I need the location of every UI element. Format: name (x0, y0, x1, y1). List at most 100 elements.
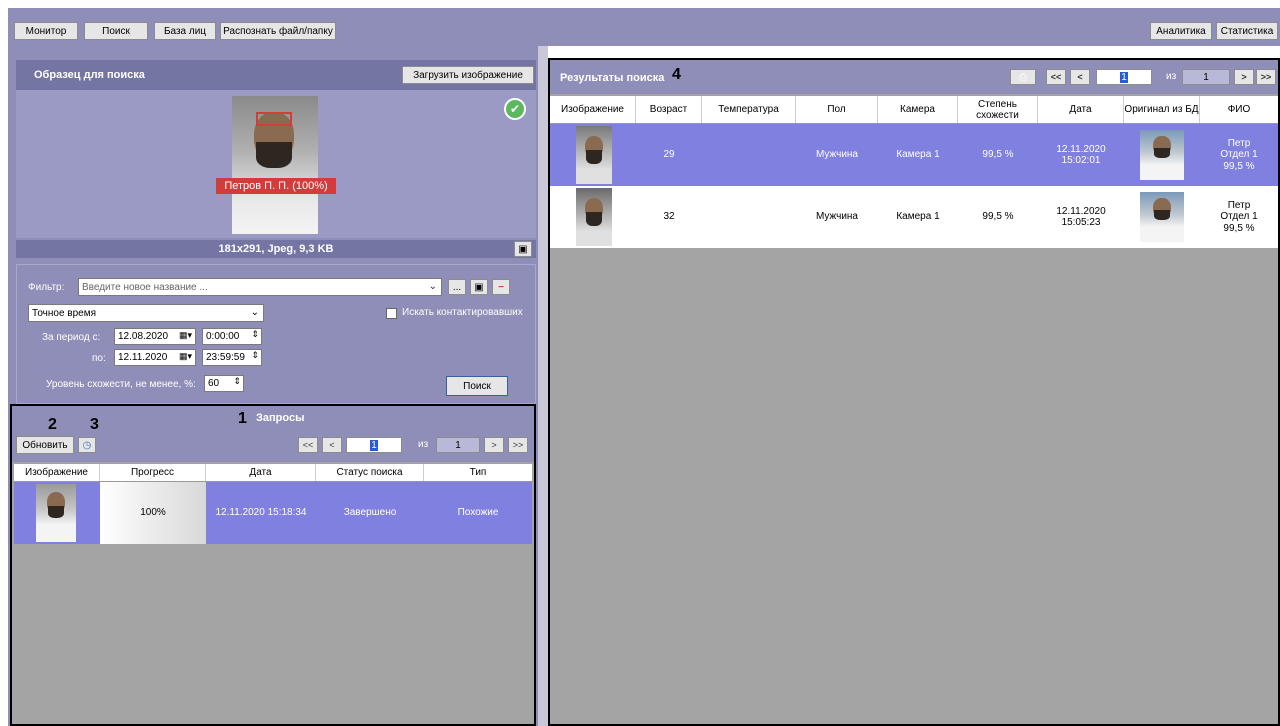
results-panel: Результаты поиска ⎙ << < 1 из 1 > >> Изо… (548, 58, 1280, 726)
results-pager-of-label: из (1166, 71, 1177, 82)
column-header[interactable]: Изображение (14, 464, 100, 481)
request-date: 12.11.2020 15:18:34 (215, 507, 307, 519)
search-tab-button[interactable]: Поиск (84, 22, 148, 40)
calendar-icon[interactable]: ▦▾ (179, 351, 192, 362)
column-header[interactable]: Тип (424, 464, 532, 481)
filter-browse-button[interactable]: ... (448, 279, 466, 295)
time-from-input[interactable]: 0:00:00 ⇕ (202, 328, 262, 345)
results-header: Результаты поиска ⎙ << < 1 из 1 > >> (550, 60, 1278, 94)
pager-of-label: из (418, 439, 429, 450)
period-from-label: За период с: (42, 332, 101, 343)
results-pager-page-input[interactable]: 1 (1096, 69, 1152, 85)
print-icon[interactable]: ⎙ (1010, 69, 1036, 85)
column-header[interactable]: Степень схожести (958, 96, 1038, 123)
table-row[interactable]: 29 Мужчина Камера 1 99,5 % 12.11.2020 15… (550, 124, 1278, 186)
column-header[interactable]: Дата (1038, 96, 1124, 123)
refresh-button[interactable]: Обновить (16, 436, 74, 454)
auto-refresh-timer-icon[interactable]: ◷ (78, 437, 96, 453)
time-to-input[interactable]: 23:59:59 ⇕ (202, 349, 262, 366)
save-image-icon[interactable]: ▣ (514, 241, 532, 257)
recognize-file-button[interactable]: Распознать файл/папку (220, 22, 336, 40)
result-thumbnail (576, 126, 612, 184)
statistics-button[interactable]: Статистика (1216, 22, 1278, 40)
request-type: Похожие (457, 507, 499, 519)
sample-title: Образец для поиска (34, 69, 145, 81)
filter-placeholder: Введите новое название ... (82, 281, 208, 293)
face-db-button[interactable]: База лиц (154, 22, 216, 40)
chevron-down-icon: ⌄ (428, 281, 437, 292)
splitter[interactable] (538, 46, 548, 726)
db-original-thumbnail (1140, 192, 1184, 242)
progress-bar: 100% (100, 482, 206, 544)
results-pager-last-button[interactable]: >> (1256, 69, 1276, 85)
requests-grid-header: Изображение Прогресс Дата Статус поиска … (14, 464, 532, 482)
sample-face-image (232, 96, 318, 234)
period-to-label: по: (92, 353, 106, 364)
column-header[interactable]: Оригинал из БД (1124, 96, 1200, 123)
date-from-value: 12.08.2020 (118, 331, 169, 342)
result-similarity: 99,5 % (982, 149, 1014, 161)
request-thumbnail (36, 484, 76, 542)
results-pager-prev-button[interactable]: < (1070, 69, 1090, 85)
result-fio: Петр Отдел 1 99,5 % (1220, 137, 1258, 172)
left-panel: Образец для поиска Загрузить изображение… (8, 46, 538, 726)
date-to-input[interactable]: 12.11.2020 ▦▾ (114, 349, 196, 366)
table-row[interactable]: 100% 12.11.2020 15:18:34 Завершено Похож… (14, 482, 532, 544)
column-header[interactable]: Возраст (636, 96, 702, 123)
filter-save-icon[interactable]: ▣ (470, 279, 488, 295)
results-pager-next-button[interactable]: > (1234, 69, 1254, 85)
column-header[interactable]: Дата (206, 464, 316, 481)
result-temperature (702, 186, 796, 248)
result-fio: Петр Отдел 1 99,5 % (1220, 199, 1258, 234)
column-header[interactable]: Пол (796, 96, 878, 123)
requests-title: Запросы (256, 412, 305, 424)
similarity-input[interactable]: 60 ⇕ (204, 375, 244, 392)
annotation-2: 2 (48, 416, 57, 433)
face-match-label: Петров П. П. (100%) (216, 178, 336, 194)
annotation-4: 4 (672, 66, 681, 83)
results-pager-first-button[interactable]: << (1046, 69, 1066, 85)
column-header[interactable]: Изображение (550, 96, 636, 123)
contacts-checkbox[interactable] (386, 308, 397, 319)
search-button[interactable]: Поиск (446, 376, 508, 396)
pager-last-button[interactable]: >> (508, 437, 528, 453)
calendar-icon[interactable]: ▦▾ (179, 330, 192, 341)
filter-name-input[interactable]: Введите новое название ... ⌄ (78, 278, 442, 296)
upload-image-button[interactable]: Загрузить изображение (402, 66, 534, 84)
pager-page-input[interactable]: 1 (346, 437, 402, 453)
pager-first-button[interactable]: << (298, 437, 318, 453)
time-from-value: 0:00:00 (206, 331, 240, 342)
table-row[interactable]: 32 Мужчина Камера 1 99,5 % 12.11.2020 15… (550, 186, 1278, 248)
result-date: 12.11.2020 15:05:23 (1056, 205, 1106, 229)
spinner-icon[interactable]: ⇕ (251, 329, 259, 340)
result-date: 12.11.2020 15:02:01 (1056, 143, 1106, 167)
pager-page-value: 1 (370, 439, 378, 451)
annotation-3: 3 (90, 416, 99, 433)
column-header[interactable]: ФИО (1200, 96, 1278, 123)
column-header[interactable]: Статус поиска (316, 464, 424, 481)
date-from-input[interactable]: 12.08.2020 ▦▾ (114, 328, 196, 345)
column-header[interactable]: Камера (878, 96, 958, 123)
time-mode-value: Точное время (32, 307, 97, 319)
progress-value: 100% (140, 507, 166, 519)
filter-delete-icon[interactable]: − (492, 279, 510, 295)
time-to-value: 23:59:59 (206, 352, 245, 363)
requests-panel: Запросы Обновить ◷ << < 1 из 1 > >> Изоб… (10, 404, 536, 726)
annotation-1: 1 (238, 410, 247, 427)
time-mode-select[interactable]: Точное время ⌄ (28, 304, 264, 322)
result-camera: Камера 1 (896, 149, 940, 161)
filter-label: Фильтр: (28, 282, 65, 293)
column-header[interactable]: Прогресс (100, 464, 206, 481)
spinner-icon[interactable]: ⇕ (233, 376, 241, 387)
results-title: Результаты поиска (560, 72, 665, 84)
sample-image-area: Петров П. П. (100%) ✔ (16, 90, 536, 238)
pager-prev-button[interactable]: < (322, 437, 342, 453)
monitor-button[interactable]: Монитор (14, 22, 78, 40)
column-header[interactable]: Температура (702, 96, 796, 123)
result-thumbnail (576, 188, 612, 246)
results-pager-page-value: 1 (1120, 71, 1128, 83)
analytics-button[interactable]: Аналитика (1150, 22, 1212, 40)
pager-next-button[interactable]: > (484, 437, 504, 453)
results-grid-header: Изображение Возраст Температура Пол Каме… (550, 96, 1278, 124)
spinner-icon[interactable]: ⇕ (251, 350, 259, 361)
